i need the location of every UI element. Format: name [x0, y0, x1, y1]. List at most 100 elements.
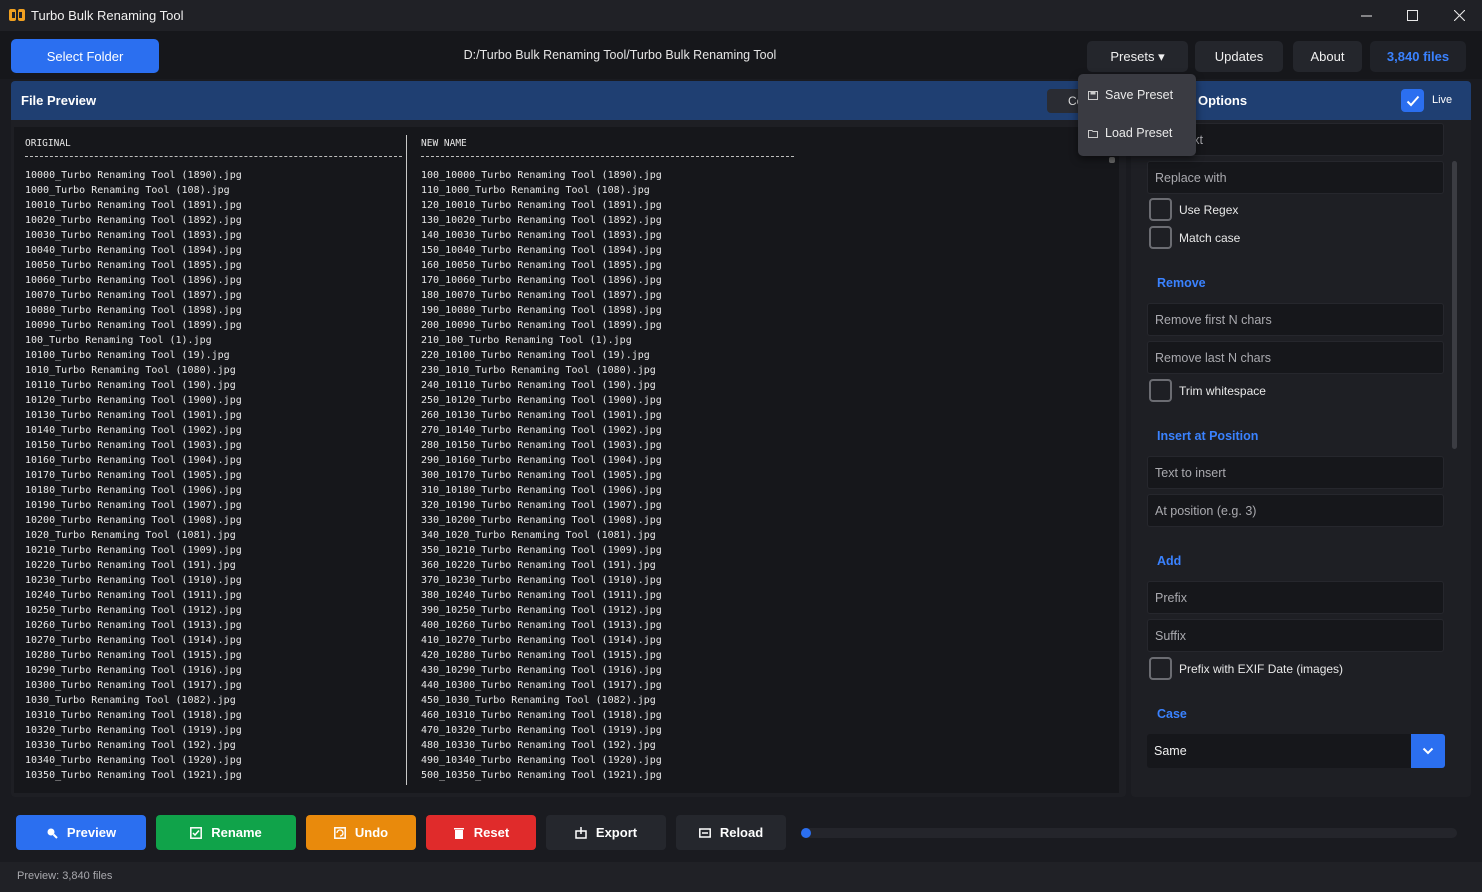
case-dropdown-arrow[interactable]: [1411, 734, 1445, 768]
chevron-down-icon: [1422, 747, 1434, 755]
list-item: 10040_Turbo Renaming Tool (1894).jpg: [25, 245, 242, 256]
list-item: 210_100_Turbo Renaming Tool (1).jpg: [421, 335, 632, 346]
progress-bar: [801, 828, 1457, 838]
new-names-list: 100_10000_Turbo Renaming Tool (1890).jpg…: [421, 168, 662, 783]
prefix-input[interactable]: Prefix: [1147, 581, 1444, 614]
list-item: 250_10120_Turbo Renaming Tool (1900).jpg: [421, 395, 662, 406]
list-item: 150_10040_Turbo Renaming Tool (1894).jpg: [421, 245, 662, 256]
close-button[interactable]: [1436, 0, 1482, 31]
list-item: 10180_Turbo Renaming Tool (1906).jpg: [25, 485, 242, 496]
checkmark-icon: [1406, 95, 1419, 106]
remove-last-input[interactable]: Remove last N chars: [1147, 341, 1444, 374]
presets-menu: Save Preset Load Preset: [1078, 74, 1196, 156]
select-folder-button[interactable]: Select Folder: [11, 39, 159, 73]
list-item: 10200_Turbo Renaming Tool (1908).jpg: [25, 515, 242, 526]
case-dropdown[interactable]: Same: [1147, 734, 1445, 768]
list-item: 10220_Turbo Renaming Tool (191).jpg: [25, 560, 236, 571]
list-item: 390_10250_Turbo Renaming Tool (1912).jpg: [421, 605, 662, 616]
remove-first-input[interactable]: Remove first N chars: [1147, 303, 1444, 336]
list-item: 10230_Turbo Renaming Tool (1910).jpg: [25, 575, 242, 586]
load-preset-label: Load Preset: [1105, 126, 1173, 140]
preview-button[interactable]: Preview: [16, 815, 146, 850]
options-title: Options: [1198, 93, 1248, 108]
list-item: 10330_Turbo Renaming Tool (192).jpg: [25, 740, 236, 751]
case-selected-value: Same: [1154, 744, 1187, 758]
save-preset-menu-item[interactable]: Save Preset: [1078, 80, 1196, 110]
list-item: 10020_Turbo Renaming Tool (1892).jpg: [25, 215, 242, 226]
list-item: 450_1030_Turbo Renaming Tool (1082).jpg: [421, 695, 656, 706]
replace-input[interactable]: Replace with: [1147, 161, 1444, 194]
list-item: 470_10320_Turbo Renaming Tool (1919).jpg: [421, 725, 662, 736]
header-separator: [421, 156, 794, 157]
list-item: 10100_Turbo Renaming Tool (19).jpg: [25, 350, 230, 361]
options-scrollbar[interactable]: [1452, 161, 1457, 449]
preview-list[interactable]: ORIGINAL NEW NAME 10000_Turbo Renaming T…: [14, 127, 1119, 793]
list-item: 280_10150_Turbo Renaming Tool (1903).jpg: [421, 440, 662, 451]
file-preview-panel: File Preview Copy ORIGINAL NEW NAME 1000…: [11, 81, 1126, 797]
use-regex-checkbox[interactable]: [1149, 198, 1172, 221]
preview-scrollbar[interactable]: [1109, 157, 1115, 163]
save-icon: [1088, 91, 1098, 100]
export-button-label: Export: [595, 825, 638, 840]
list-item: 10060_Turbo Renaming Tool (1896).jpg: [25, 275, 242, 286]
export-button[interactable]: Export: [546, 815, 666, 850]
list-item: 10110_Turbo Renaming Tool (190).jpg: [25, 380, 236, 391]
action-bar: Preview Rename Undo Reset Export Reload: [0, 800, 1482, 860]
match-case-label: Match case: [1179, 231, 1241, 245]
match-case-checkbox[interactable]: [1149, 226, 1172, 249]
list-item: 10320_Turbo Renaming Tool (1919).jpg: [25, 725, 242, 736]
column-divider: [406, 135, 407, 785]
minimize-icon: [1360, 15, 1372, 17]
maximize-icon: [1406, 10, 1418, 21]
list-item: 430_10290_Turbo Renaming Tool (1916).jpg: [421, 665, 662, 676]
original-names-list: 10000_Turbo Renaming Tool (1890).jpg 1000…: [25, 168, 242, 783]
undo-button[interactable]: Undo: [306, 815, 416, 850]
exif-prefix-checkbox[interactable]: [1149, 657, 1172, 680]
list-item: 110_1000_Turbo Renaming Tool (108).jpg: [421, 185, 650, 196]
list-item: 120_10010_Turbo Renaming Tool (1891).jpg: [421, 200, 662, 211]
status-bar: Preview: 3,840 files: [0, 862, 1482, 892]
list-item: 10000_Turbo Renaming Tool (1890).jpg: [25, 170, 242, 181]
live-checkbox[interactable]: [1401, 89, 1424, 112]
list-item: 100_Turbo Renaming Tool (1).jpg: [25, 335, 212, 346]
about-button[interactable]: About: [1293, 41, 1362, 72]
list-item: 410_10270_Turbo Renaming Tool (1914).jpg: [421, 635, 662, 646]
presets-button[interactable]: Presets ▾: [1087, 41, 1188, 72]
undo-icon: [333, 826, 346, 839]
minimize-button[interactable]: [1343, 0, 1389, 31]
list-item: 10130_Turbo Renaming Tool (1901).jpg: [25, 410, 242, 421]
list-item: 220_10100_Turbo Renaming Tool (19).jpg: [421, 350, 650, 361]
list-item: 1030_Turbo Renaming Tool (1082).jpg: [25, 695, 236, 706]
undo-button-label: Undo: [354, 825, 389, 840]
use-regex-label: Use Regex: [1179, 203, 1239, 217]
list-item: 270_10140_Turbo Renaming Tool (1902).jpg: [421, 425, 662, 436]
insert-position-input[interactable]: At position (e.g. 3): [1147, 494, 1444, 527]
save-preset-label: Save Preset: [1105, 88, 1174, 102]
text-to-insert-input[interactable]: Text to insert: [1147, 456, 1444, 489]
suffix-input[interactable]: Suffix: [1147, 619, 1444, 652]
reset-button[interactable]: Reset: [426, 815, 536, 850]
list-item: 480_10330_Turbo Renaming Tool (192).jpg: [421, 740, 656, 751]
list-item: 1020_Turbo Renaming Tool (1081).jpg: [25, 530, 236, 541]
list-item: 420_10280_Turbo Renaming Tool (1915).jpg: [421, 650, 662, 661]
list-item: 10170_Turbo Renaming Tool (1905).jpg: [25, 470, 242, 481]
window-title: Turbo Bulk Renaming Tool: [31, 8, 184, 23]
list-item: 140_10030_Turbo Renaming Tool (1893).jpg: [421, 230, 662, 241]
list-item: 200_10090_Turbo Renaming Tool (1899).jpg: [421, 320, 662, 331]
maximize-button[interactable]: [1389, 0, 1435, 31]
list-item: 10260_Turbo Renaming Tool (1913).jpg: [25, 620, 242, 631]
insert-section-title: Insert at Position: [1157, 429, 1259, 443]
load-preset-menu-item[interactable]: Load Preset: [1078, 118, 1196, 148]
rename-button[interactable]: Rename: [156, 815, 296, 850]
list-item: 190_10080_Turbo Renaming Tool (1898).jpg: [421, 305, 662, 316]
export-icon: [575, 826, 587, 839]
list-item: 310_10180_Turbo Renaming Tool (1906).jpg: [421, 485, 662, 496]
trim-whitespace-checkbox[interactable]: [1149, 379, 1172, 402]
list-item: 10340_Turbo Renaming Tool (1920).jpg: [25, 755, 242, 766]
case-section-title: Case: [1157, 707, 1187, 721]
folder-open-icon: [1088, 130, 1098, 138]
list-item: 10080_Turbo Renaming Tool (1898).jpg: [25, 305, 242, 316]
options-panel: Options Live Find text Replace with Use …: [1131, 81, 1471, 797]
updates-button[interactable]: Updates: [1195, 41, 1283, 72]
reload-button[interactable]: Reload: [676, 815, 786, 850]
